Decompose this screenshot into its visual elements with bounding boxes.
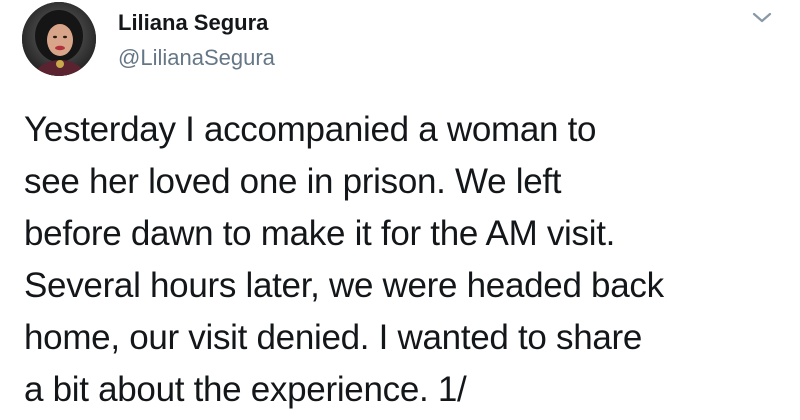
tweet-text: Yesterday I accompanied a woman to see h…: [24, 104, 794, 416]
tweet-text-line: a bit about the experience. 1/: [24, 370, 467, 409]
tweet-text-line: see her loved one in prison. We left: [24, 162, 562, 201]
tweet-text-line: Several hours later, we were headed back: [24, 266, 664, 305]
profile-photo-icon: [22, 2, 96, 76]
author-display-name[interactable]: Liliana Segura: [118, 10, 268, 36]
author-handle[interactable]: @LilianaSegura: [118, 45, 275, 71]
tweet-text-line: Yesterday I accompanied a woman to: [24, 110, 597, 149]
tweet-text-line: home, our visit denied. I wanted to shar…: [24, 318, 643, 357]
tweet-card: Liliana Segura @LilianaSegura Yesterday …: [0, 0, 800, 420]
chevron-down-icon[interactable]: [748, 6, 776, 28]
tweet-text-line: before dawn to make it for the AM visit.: [24, 214, 616, 253]
author-avatar[interactable]: [22, 2, 96, 76]
